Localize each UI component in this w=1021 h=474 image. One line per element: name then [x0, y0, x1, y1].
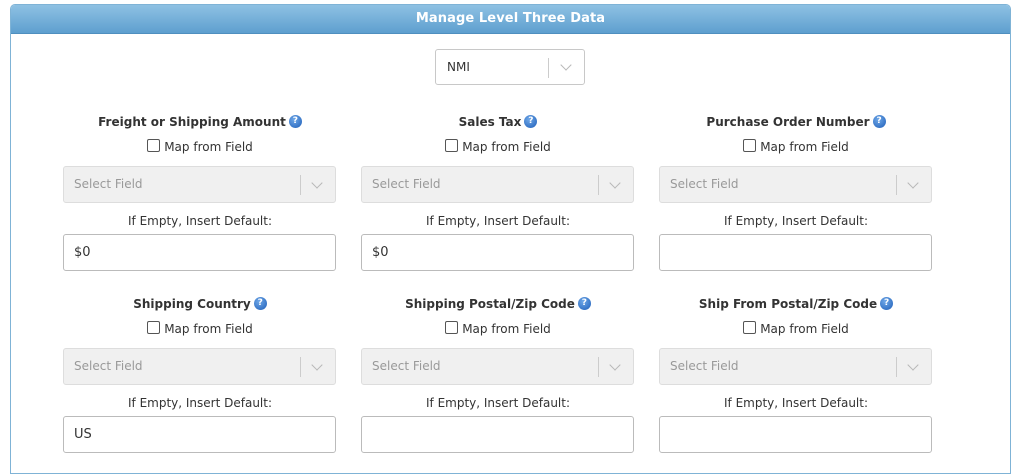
- map-from-field-checkbox[interactable]: [445, 321, 459, 334]
- chevron-down-icon[interactable]: [609, 177, 621, 189]
- map-from-field-label[interactable]: Map from Field: [462, 322, 551, 336]
- help-question-icon[interactable]: ?: [577, 297, 591, 310]
- select-field-placeholder: Select Field: [670, 359, 739, 373]
- map-from-field-checkbox[interactable]: [743, 321, 757, 334]
- map-from-field-label[interactable]: Map from Field: [760, 322, 849, 336]
- chevron-down-icon[interactable]: [311, 177, 323, 189]
- help-question-icon[interactable]: ?: [524, 115, 538, 128]
- map-from-field-checkbox[interactable]: [147, 321, 161, 334]
- select-field-dropdown[interactable]: Select Field: [63, 348, 336, 385]
- select-field-dropdown[interactable]: Select Field: [659, 166, 932, 203]
- map-from-field-label[interactable]: Map from Field: [164, 322, 253, 336]
- default-label: If Empty, Insert Default:: [425, 214, 571, 228]
- help-question-icon[interactable]: ?: [880, 297, 894, 310]
- field-title: Shipping Country: [133, 297, 251, 311]
- select-field-dropdown[interactable]: Select Field: [659, 348, 932, 385]
- select-field-placeholder: Select Field: [372, 359, 441, 373]
- field-title: Sales Tax: [458, 115, 522, 129]
- help-question-icon[interactable]: ?: [288, 115, 302, 128]
- field-title: Purchase Order Number: [706, 115, 870, 129]
- default-value-input[interactable]: [361, 416, 634, 453]
- select-field-dropdown[interactable]: Select Field: [361, 348, 634, 385]
- chevron-down-icon[interactable]: [609, 359, 621, 371]
- field-title: Shipping Postal/Zip Code: [405, 297, 575, 311]
- map-from-field-label[interactable]: Map from Field: [760, 140, 849, 154]
- default-value-input[interactable]: $0: [361, 234, 634, 271]
- map-from-field-checkbox[interactable]: [743, 139, 757, 152]
- default-label: If Empty, Insert Default:: [723, 214, 869, 228]
- select-divider: [598, 357, 599, 377]
- chevron-down-icon[interactable]: [907, 359, 919, 371]
- field-freight-shipping-amount: Freight or Shipping Amount? Map from Fie…: [63, 113, 337, 271]
- chevron-down-icon[interactable]: [311, 359, 323, 371]
- select-divider: [548, 58, 549, 78]
- field-shipping-country: Shipping Country? Map from Field Select …: [63, 295, 337, 453]
- help-question-icon[interactable]: ?: [872, 115, 886, 128]
- field-shipping-postal-zip-code: Shipping Postal/Zip Code? Map from Field…: [361, 295, 635, 453]
- select-field-placeholder: Select Field: [670, 177, 739, 191]
- chevron-down-icon[interactable]: [560, 59, 572, 71]
- select-divider: [300, 357, 301, 377]
- chevron-down-icon[interactable]: [907, 177, 919, 189]
- default-label: If Empty, Insert Default:: [425, 396, 571, 410]
- select-field-dropdown[interactable]: Select Field: [63, 166, 336, 203]
- select-divider: [300, 175, 301, 195]
- default-value-input[interactable]: $0: [63, 234, 336, 271]
- level-three-data-panel: Manage Level Three Data NMI Freight or S…: [10, 4, 1011, 474]
- select-field-placeholder: Select Field: [74, 177, 143, 191]
- processor-select-value: NMI: [447, 60, 470, 74]
- select-field-placeholder: Select Field: [74, 359, 143, 373]
- map-from-field-checkbox[interactable]: [147, 139, 161, 152]
- processor-select[interactable]: NMI: [435, 49, 585, 85]
- field-title: Ship From Postal/Zip Code: [698, 297, 878, 311]
- help-question-icon[interactable]: ?: [253, 297, 267, 310]
- select-divider: [598, 175, 599, 195]
- map-from-field-label[interactable]: Map from Field: [462, 140, 551, 154]
- default-value-input[interactable]: US: [63, 416, 336, 453]
- select-divider: [896, 357, 897, 377]
- map-from-field-label[interactable]: Map from Field: [164, 140, 253, 154]
- default-label: If Empty, Insert Default:: [127, 396, 273, 410]
- field-sales-tax: Sales Tax? Map from Field Select Field I…: [361, 113, 635, 271]
- field-ship-from-postal-zip-code: Ship From Postal/Zip Code? Map from Fiel…: [659, 295, 933, 453]
- default-value-input[interactable]: [659, 234, 932, 271]
- select-field-dropdown[interactable]: Select Field: [361, 166, 634, 203]
- select-field-placeholder: Select Field: [372, 177, 441, 191]
- default-label: If Empty, Insert Default:: [723, 396, 869, 410]
- default-label: If Empty, Insert Default:: [127, 214, 273, 228]
- default-value-input[interactable]: [659, 416, 932, 453]
- panel-title: Manage Level Three Data: [11, 5, 1010, 34]
- select-divider: [896, 175, 897, 195]
- map-from-field-checkbox[interactable]: [445, 139, 459, 152]
- field-purchase-order-number: Purchase Order Number? Map from Field Se…: [659, 113, 933, 271]
- field-title: Freight or Shipping Amount: [98, 115, 286, 129]
